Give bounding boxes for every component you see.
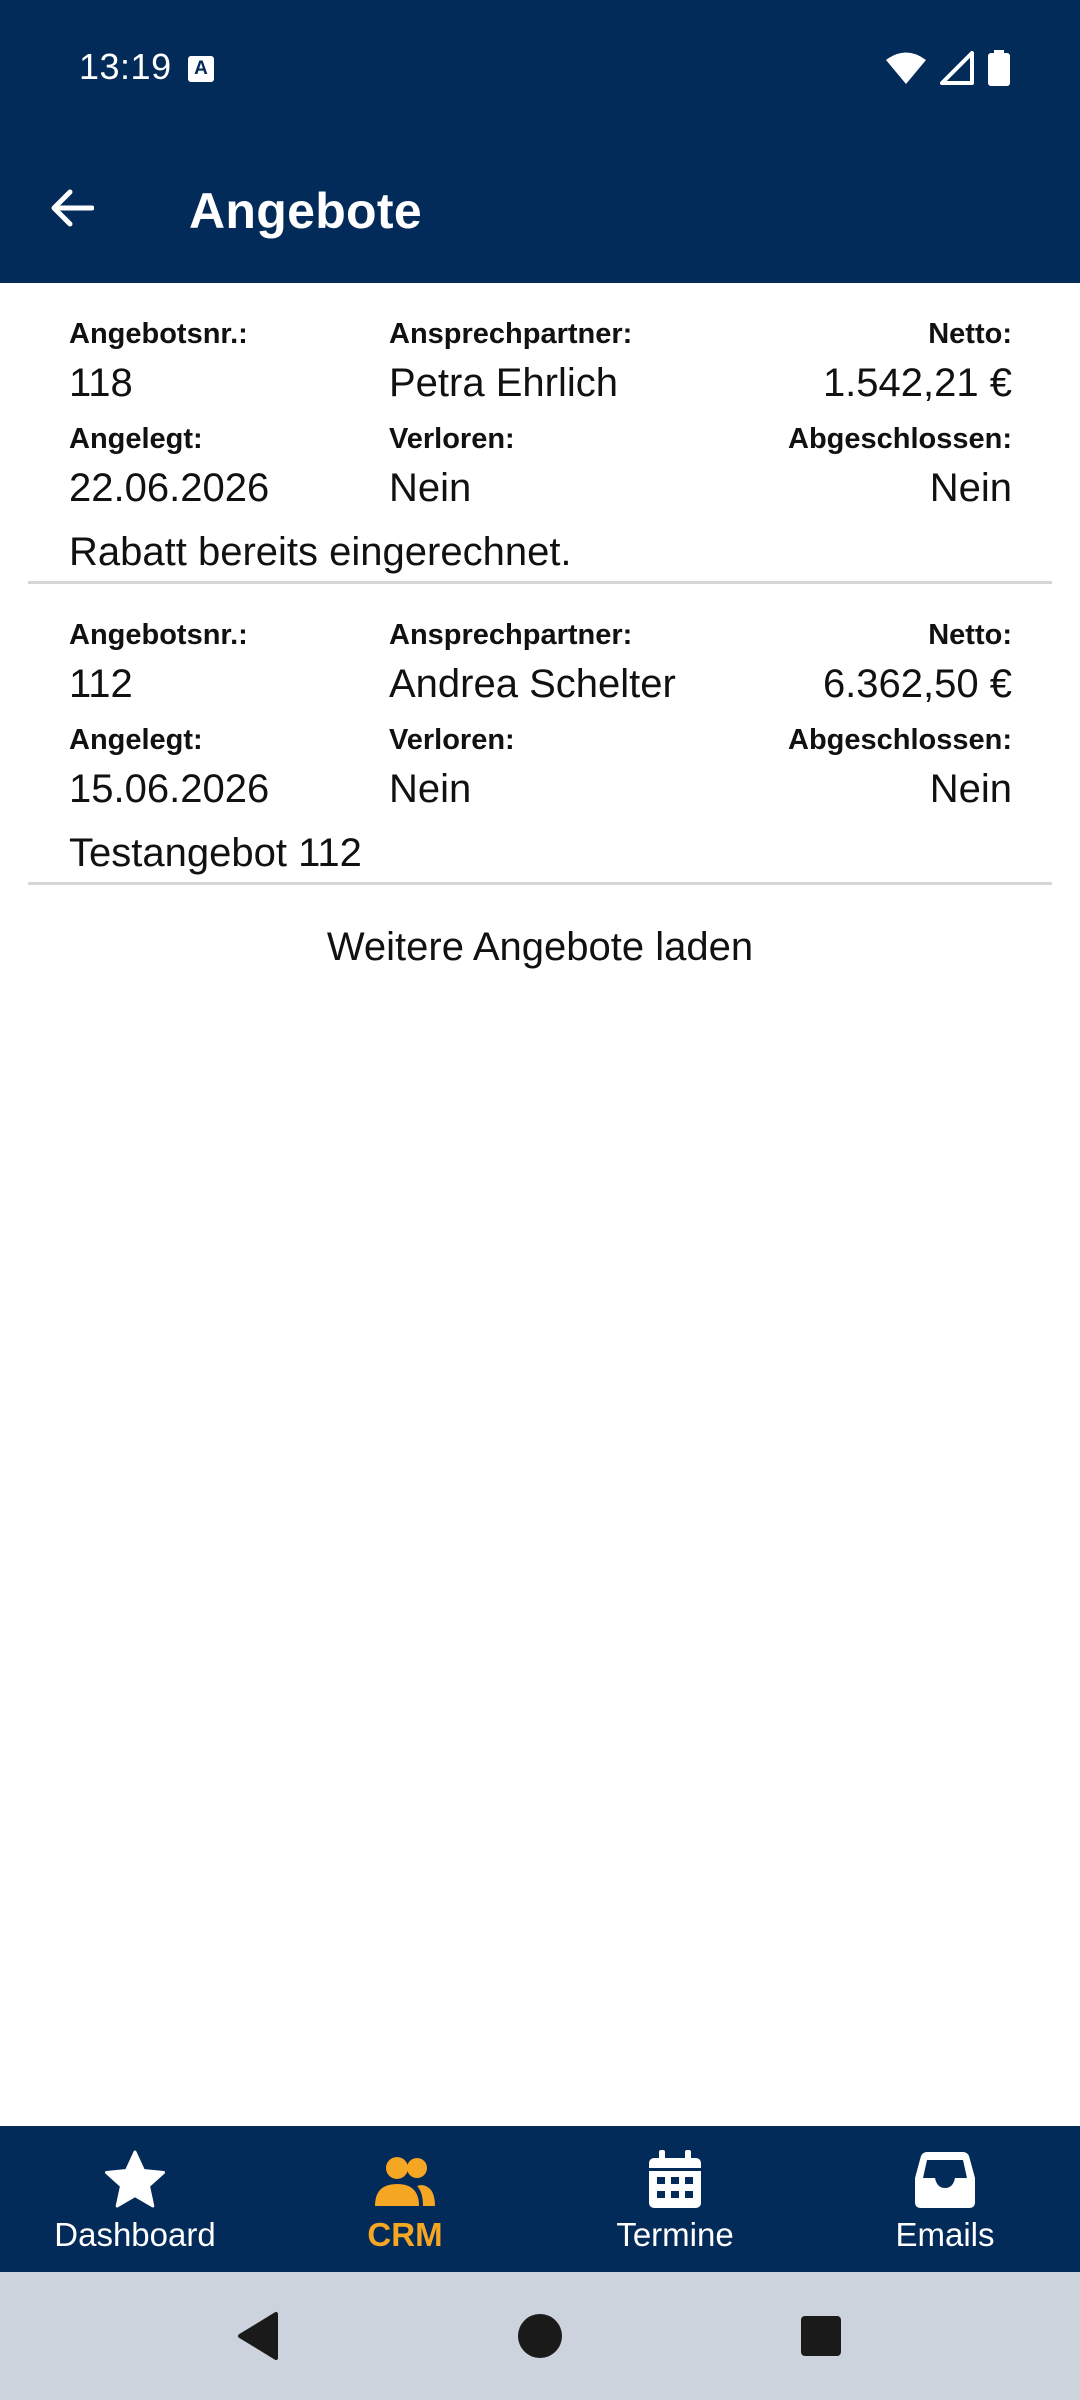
nav-item-emails[interactable]: Emails [810,2126,1080,2272]
offer-number: 118 [69,361,133,405]
calendar-icon [649,2150,701,2208]
label-closed: Abgeschlossen: [788,724,1012,756]
offer-closed: Nein [929,466,1012,510]
nav-item-dashboard[interactable]: Dashboard [0,2126,270,2272]
arrow-left-icon [51,189,94,227]
offer-list: Angebotsnr.: Ansprechpartner: Netto: 118… [0,283,1080,885]
star-icon [105,2150,165,2208]
bottom-nav: Dashboard CRM Termine Emails [0,2126,1080,2272]
offer-number: 112 [69,662,133,706]
offer-closed: Nein [929,767,1012,811]
offer-note: Testangebot 112 [69,831,362,875]
signal-icon [940,51,974,85]
label-contact: Ansprechpartner: [389,318,633,350]
page-title: Angebote [189,183,422,239]
label-net: Netto: [928,619,1012,651]
back-button[interactable] [36,172,108,244]
a-icon: A [188,56,214,82]
offer-card[interactable]: Angebotsnr.: Ansprechpartner: Netto: 118… [0,283,1080,584]
nav-label-crm: CRM [367,2216,443,2253]
offer-note: Rabatt bereits eingerechnet. [69,530,572,574]
nav-label-emails: Emails [895,2216,995,2253]
wifi-icon [886,52,926,84]
status-time: 13:19 [79,46,172,87]
nav-item-termine[interactable]: Termine [540,2126,810,2272]
label-net: Netto: [928,318,1012,350]
status-icons [886,48,1010,88]
battery-icon [988,50,1010,86]
load-more-button[interactable]: Weitere Angebote laden [0,925,1080,970]
nav-label-dashboard: Dashboard [54,2216,216,2253]
status-bar: 13:19 A [0,0,1080,136]
offer-contact: Andrea Schelter [389,662,676,706]
offer-lost: Nein [389,767,472,811]
label-created: Angelegt: [69,423,203,455]
people-icon [375,2157,435,2206]
label-lost: Verloren: [389,724,515,756]
label-lost: Verloren: [389,423,515,455]
nav-item-crm[interactable]: CRM [270,2126,540,2272]
app-bar: Angebote [0,136,1080,283]
label-contact: Ansprechpartner: [389,619,633,651]
system-nav-bar [0,2272,1080,2400]
label-closed: Abgeschlossen: [788,423,1012,455]
recents-square-icon[interactable] [793,2308,849,2364]
divider [28,882,1052,885]
offer-card[interactable]: Angebotsnr.: Ansprechpartner: Netto: 112… [0,584,1080,885]
offer-contact: Petra Ehrlich [389,361,618,405]
label-offer-number: Angebotsnr.: [69,619,248,651]
offer-net: 1.542,21 € [822,361,1012,405]
inbox-icon [915,2152,975,2208]
nav-label-termine: Termine [616,2216,734,2253]
label-offer-number: Angebotsnr.: [69,318,248,350]
offer-created: 22.06.2026 [69,466,270,510]
home-circle-icon[interactable] [512,2308,568,2364]
label-created: Angelegt: [69,724,203,756]
offer-net: 6.362,50 € [822,662,1012,706]
offer-lost: Nein [389,466,472,510]
back-triangle-icon[interactable] [232,2308,288,2364]
offer-created: 15.06.2026 [69,767,270,811]
